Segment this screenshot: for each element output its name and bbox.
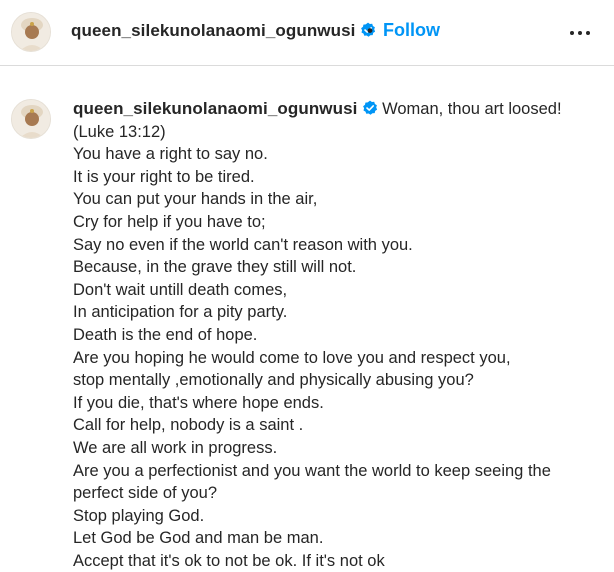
caption-line: Are you hoping he would come to love you… (73, 348, 511, 367)
caption-line: Cry for help if you have to; (73, 212, 266, 231)
separator-dot: • (367, 21, 373, 40)
caption-first-line: queen_silekunolanaomi_ogunwusi Woman, th… (73, 98, 603, 121)
caption-line: In anticipation for a pity party. (73, 303, 288, 322)
caption-first-text: Woman, thou art loosed! (377, 100, 562, 118)
post-header: queen_silekunolanaomi_ogunwusi • Follow (0, 0, 614, 66)
caption-line: If you die, that's where hope ends. (73, 393, 324, 412)
caption-line: It is your right to be tired. (73, 167, 255, 186)
caption-line: Call for help, nobody is a saint . (73, 416, 304, 435)
caption-line: We are all work in progress. (73, 438, 278, 457)
caption-line: Accept that it's ok to not be ok. If it'… (73, 551, 385, 570)
caption-line: Stop playing God. (73, 506, 205, 525)
caption-line: Because, in the grave they still will no… (73, 258, 357, 277)
caption-line: (Luke 13:12) (73, 122, 166, 141)
caption-line: stop mentally ,emotionally and physicall… (73, 371, 474, 390)
verified-badge-icon (362, 100, 378, 116)
avatar[interactable] (11, 12, 51, 52)
caption-line: You can put your hands in the air, (73, 190, 318, 209)
header-username[interactable]: queen_silekunolanaomi_ogunwusi (71, 21, 376, 41)
caption-line: Death is the end of hope. (73, 325, 258, 344)
more-options-icon[interactable] (566, 22, 594, 42)
caption-line: Let God be God and man be man. (73, 529, 324, 548)
caption-line: Say no even if the world can't reason wi… (73, 235, 413, 254)
follow-button[interactable]: Follow (383, 20, 440, 41)
post-caption: queen_silekunolanaomi_ogunwusi Woman, th… (73, 98, 603, 572)
caption-avatar[interactable] (11, 99, 51, 139)
caption-line: Are you a perfectionist and you want the… (73, 461, 551, 480)
caption-username[interactable]: queen_silekunolanaomi_ogunwusi (73, 99, 358, 118)
caption-line: You have a right to say no. (73, 145, 268, 164)
caption-line: Don't wait untill death comes, (73, 280, 288, 299)
caption-line: perfect side of you? (73, 484, 218, 503)
